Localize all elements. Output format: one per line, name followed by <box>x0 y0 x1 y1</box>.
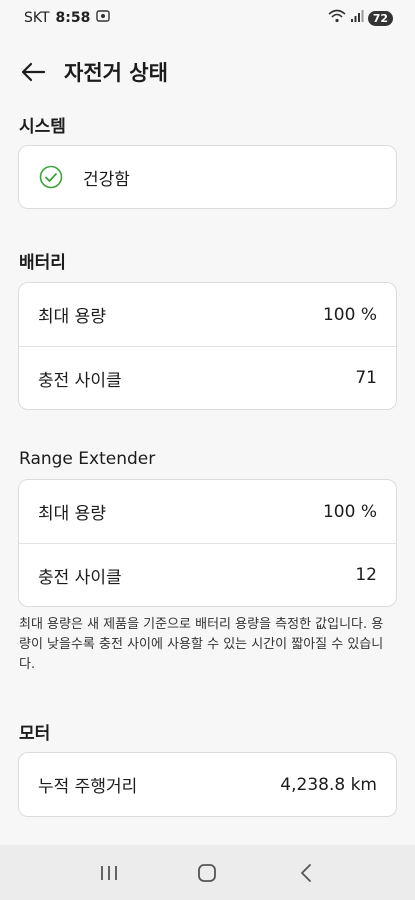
system-nav-bar <box>0 845 415 900</box>
screenshot-icon <box>96 9 111 27</box>
range-extender-card: 최대 용량 100 % 충전 사이클 12 <box>18 479 397 607</box>
battery-charge-cycles-row: 충전 사이클 71 <box>19 346 396 409</box>
chevron-left-icon <box>300 863 311 882</box>
row-value: 4,238.8 km <box>280 774 377 795</box>
section-title-motor: 모터 <box>19 724 51 744</box>
row-value: 71 <box>355 368 377 388</box>
back-nav-button[interactable] <box>286 853 326 893</box>
page-title: 자전거 상태 <box>64 61 168 85</box>
home-icon <box>198 863 217 882</box>
signal-icon <box>350 9 364 27</box>
capacity-note: 최대 용량은 새 제품을 기준으로 배터리 용량을 측정한 값입니다. 용량이 … <box>19 617 384 672</box>
system-status-label: 건강함 <box>83 169 130 190</box>
motor-card: 누적 주행거리 4,238.8 km <box>18 752 397 817</box>
section-title-system: 시스템 <box>19 117 66 137</box>
status-bar: SKT 8:58 72 <box>0 0 415 36</box>
row-value: 100 % <box>322 304 377 325</box>
wifi-icon <box>328 9 346 27</box>
carrier-label: SKT <box>24 10 50 26</box>
battery-card: 최대 용량 100 % 충전 사이클 71 <box>18 282 397 410</box>
section-title-range-extender: Range Extender <box>19 449 156 469</box>
row-value: 100 % <box>322 501 377 522</box>
row-label: 충전 사이클 <box>38 567 122 588</box>
battery-indicator: 72 <box>367 10 393 26</box>
section-title-battery: 배터리 <box>19 253 66 273</box>
back-button[interactable] <box>18 57 48 87</box>
row-value: 12 <box>355 565 377 585</box>
app-bar: 자전거 상태 <box>0 46 415 98</box>
recent-apps-icon <box>101 865 118 880</box>
range-extender-max-capacity-row: 최대 용량 100 % <box>19 480 396 543</box>
row-label: 충전 사이클 <box>38 370 122 391</box>
battery-max-capacity-row: 최대 용량 100 % <box>19 283 396 346</box>
clock: 8:58 <box>55 10 91 26</box>
check-circle-icon <box>39 165 63 189</box>
range-extender-charge-cycles-row: 충전 사이클 12 <box>19 543 396 606</box>
motor-odometer-row: 누적 주행거리 4,238.8 km <box>19 753 396 816</box>
system-card: 건강함 <box>18 145 397 209</box>
row-label: 최대 용량 <box>38 307 106 327</box>
row-label: 누적 주행거리 <box>38 777 138 797</box>
recent-apps-button[interactable] <box>89 853 129 893</box>
home-button[interactable] <box>187 853 227 893</box>
row-label: 최대 용량 <box>38 504 106 524</box>
arrow-left-icon <box>21 62 46 82</box>
